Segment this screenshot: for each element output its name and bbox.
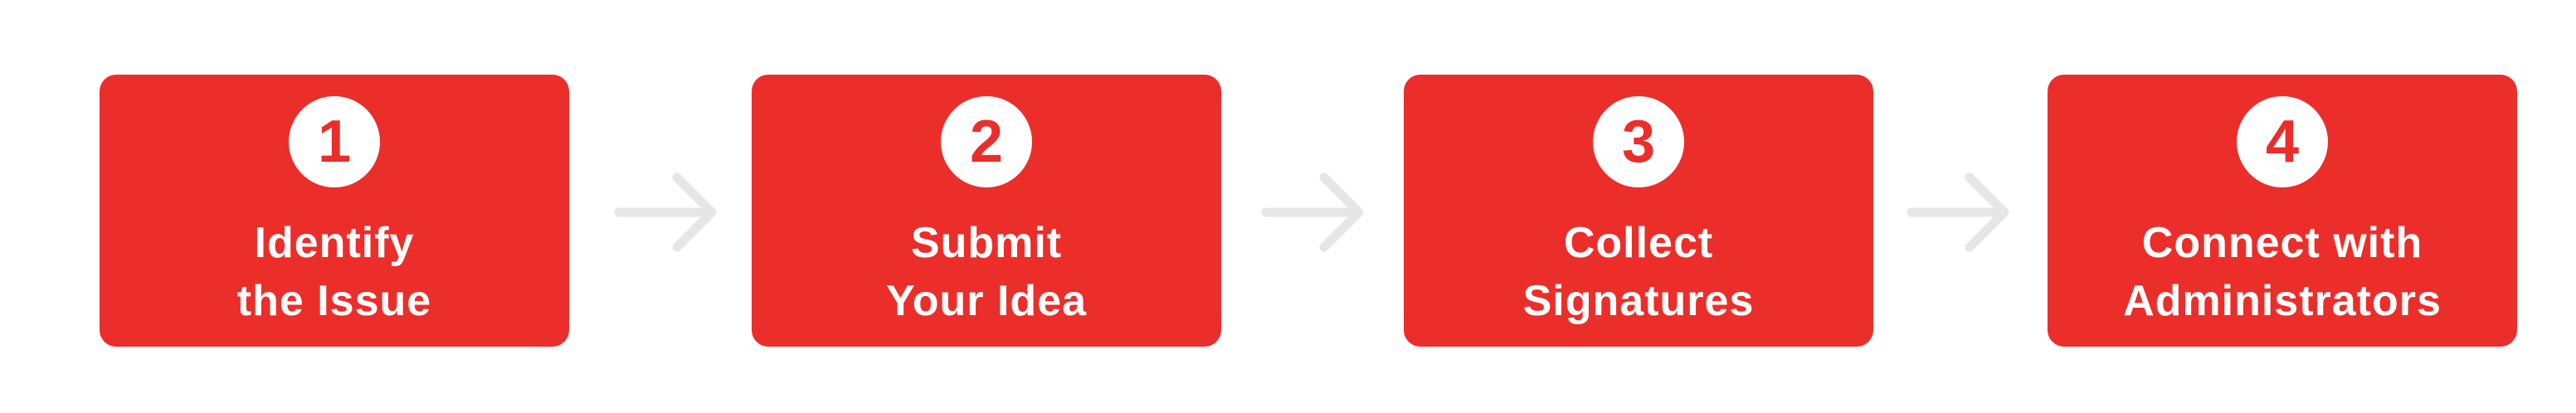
right-arrow-icon	[614, 172, 717, 252]
step-1-label: Identify the Issue	[100, 214, 569, 330]
step-2-label: Submit Your Idea	[752, 214, 1221, 330]
step-1-number: 1	[289, 96, 380, 187]
step-1-box: 1 Identify the Issue	[100, 75, 569, 347]
step-1-label-line-2: the Issue	[236, 277, 432, 325]
right-arrow-icon	[1906, 172, 2009, 252]
step-4-number: 4	[2237, 96, 2328, 187]
right-arrow-icon	[1261, 172, 1364, 252]
step-4-label-line-1: Connect with	[2141, 219, 2423, 267]
step-3-label-line-1: Collect	[1563, 219, 1714, 267]
step-1-label-line-1: Identify	[254, 219, 415, 267]
step-3-number: 3	[1593, 96, 1684, 187]
step-2-label-line-1: Submit	[910, 219, 1063, 267]
step-3-box: 3 Collect Signatures	[1404, 75, 1873, 347]
step-2-number: 2	[941, 96, 1032, 187]
step-3-label: Collect Signatures	[1404, 214, 1873, 330]
step-4-box: 4 Connect with Administrators	[2048, 75, 2517, 347]
step-4-label: Connect with Administrators	[2048, 214, 2517, 330]
step-3-label-line-2: Signatures	[1522, 277, 1755, 325]
step-2-label-line-2: Your Idea	[885, 277, 1088, 325]
step-2-box: 2 Submit Your Idea	[752, 75, 1221, 347]
step-4-label-line-2: Administrators	[2123, 277, 2442, 325]
